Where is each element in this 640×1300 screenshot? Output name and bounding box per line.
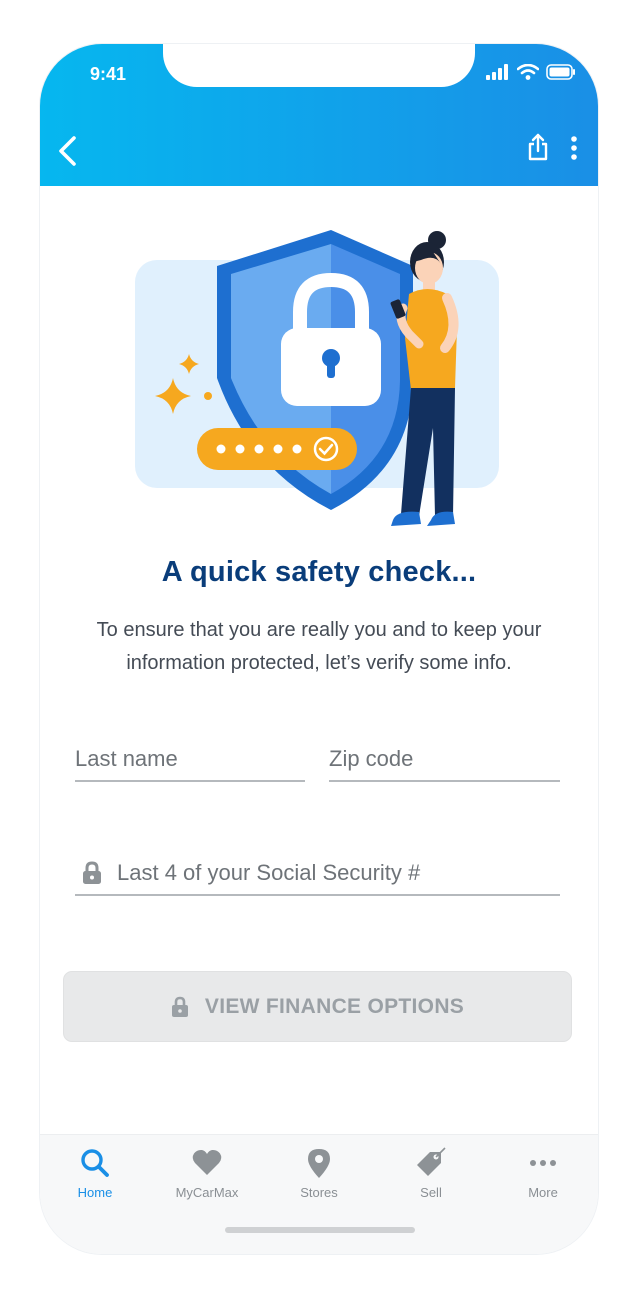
back-button[interactable] <box>54 134 80 168</box>
page-description: To ensure that you are really you and to… <box>96 619 542 674</box>
tab-sell[interactable]: Sell <box>381 1147 481 1207</box>
last-name-field[interactable]: Last name <box>75 738 305 782</box>
tab-mycarmax-label: MyCarMax <box>175 1185 239 1200</box>
signal-icon <box>486 64 508 80</box>
tab-stores[interactable]: Stores <box>269 1147 369 1207</box>
tab-stores-label: Stores <box>300 1185 338 1200</box>
wifi-icon <box>517 64 539 80</box>
app-header: 9:41 <box>40 44 598 186</box>
share-button[interactable] <box>526 132 550 162</box>
tab-more-label: More <box>528 1185 558 1200</box>
price-tag-icon <box>417 1147 446 1176</box>
zip-code-placeholder: Zip code <box>329 746 414 771</box>
ssn-field[interactable]: Last 4 of your Social Security # <box>75 852 560 896</box>
heart-icon <box>192 1149 222 1175</box>
more-horizontal-icon <box>530 1160 556 1166</box>
lock-icon <box>171 996 188 1017</box>
tab-more[interactable]: More <box>493 1147 593 1207</box>
phone-screen: 9:41 A quick safety check... To ensure t… <box>40 44 598 1254</box>
search-icon <box>81 1149 109 1177</box>
tab-sell-label: Sell <box>420 1185 442 1200</box>
view-finance-options-button[interactable]: VIEW FINANCE OPTIONS <box>63 971 572 1042</box>
battery-icon <box>546 64 575 80</box>
zip-code-field[interactable]: Zip code <box>329 738 560 782</box>
main-content: A quick safety check... To ensure that y… <box>40 186 598 1134</box>
bottom-tab-bar: Home MyCarMax Stores Sell More <box>40 1134 598 1254</box>
device-notch <box>163 44 475 87</box>
view-finance-options-label: VIEW FINANCE OPTIONS <box>204 994 465 1018</box>
last-name-placeholder: Last name <box>75 746 178 771</box>
location-pin-icon <box>308 1149 330 1178</box>
home-indicator <box>225 1227 415 1233</box>
tab-home-label: Home <box>77 1185 113 1200</box>
more-options-button[interactable] <box>566 134 582 162</box>
page-title: A quick safety check... <box>161 556 477 588</box>
ssn-placeholder: Last 4 of your Social Security # <box>117 860 421 885</box>
status-time: 9:41 <box>90 64 127 84</box>
security-illustration <box>135 230 499 526</box>
lock-icon <box>83 861 101 884</box>
tab-home[interactable]: Home <box>45 1147 145 1207</box>
status-icons <box>486 64 576 80</box>
tab-mycarmax[interactable]: MyCarMax <box>157 1147 257 1207</box>
